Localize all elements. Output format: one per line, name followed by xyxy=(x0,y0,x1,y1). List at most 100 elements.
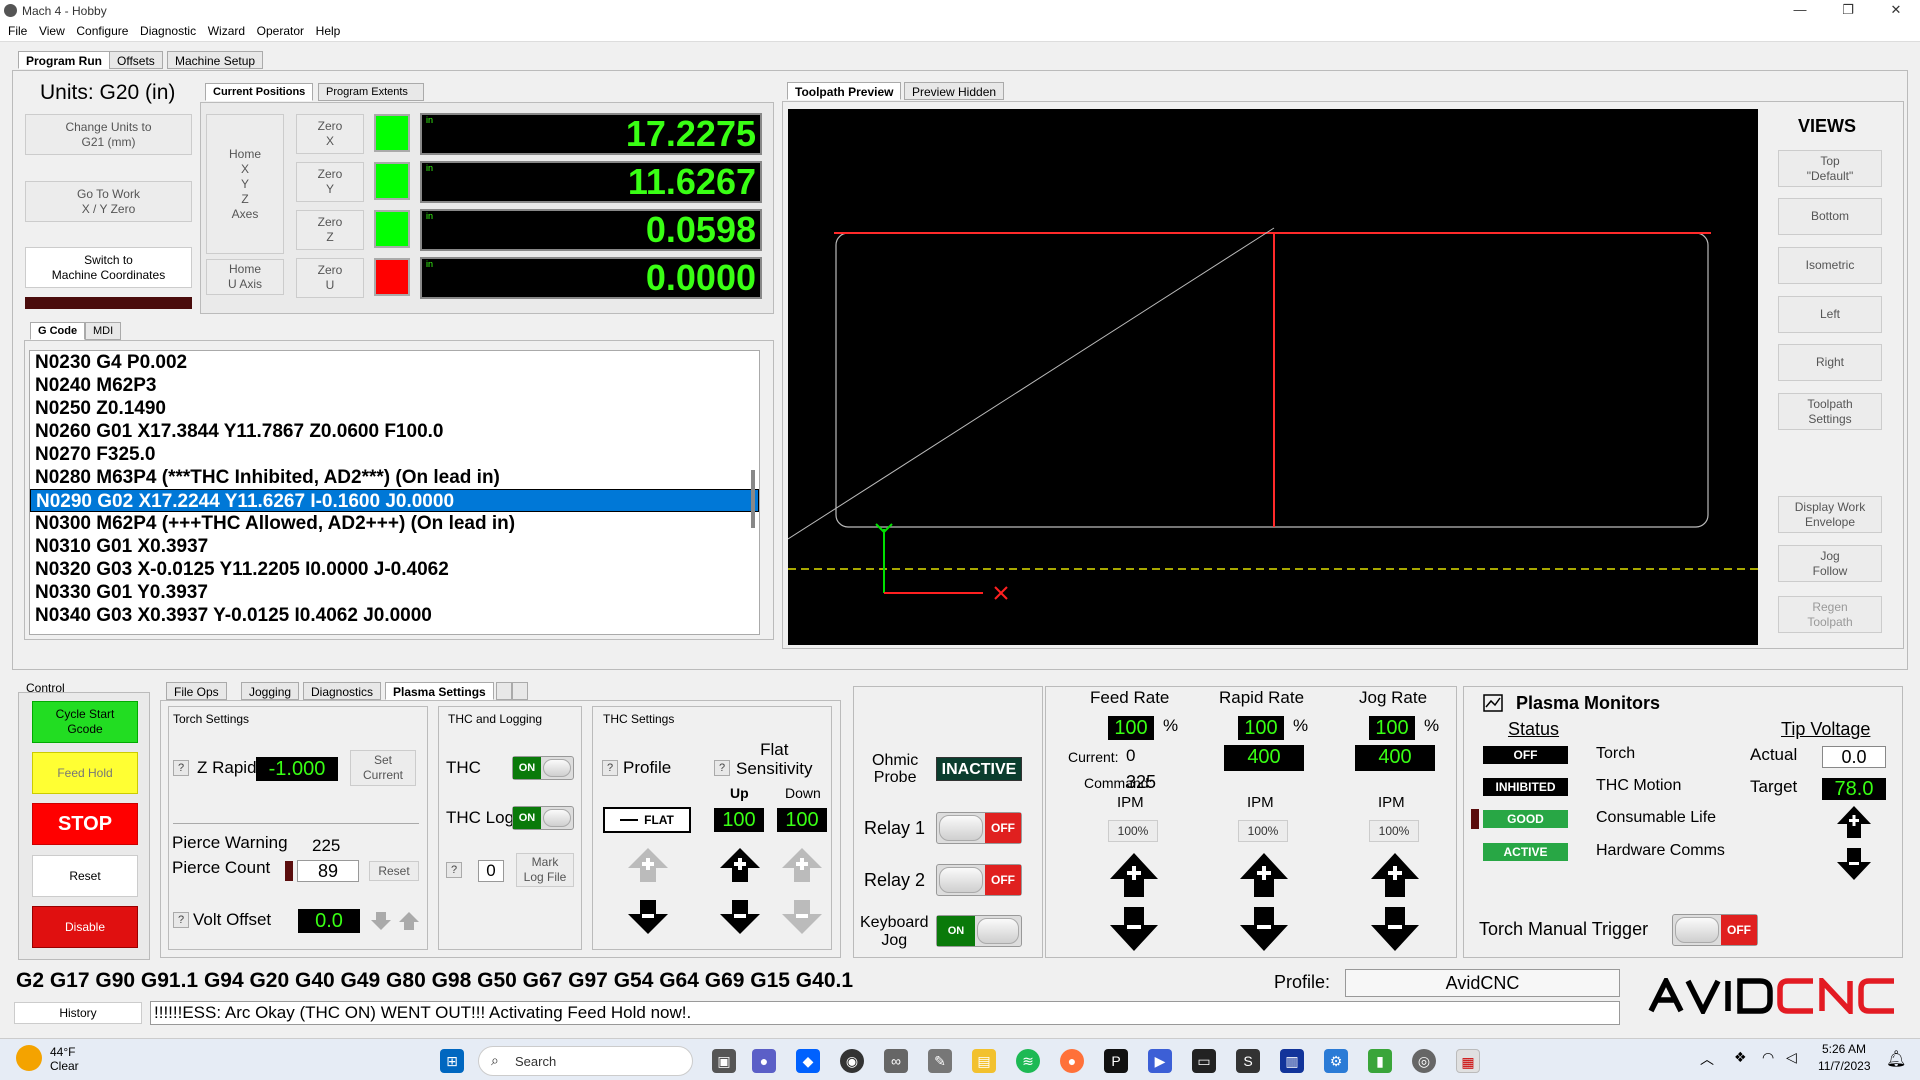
gcode-line[interactable]: N0320 G03 X-0.0125 Y11.2205 I0.0000 J-0.… xyxy=(30,558,759,581)
gcode-line[interactable]: N0280 M63P4 (***THC Inhibited, AD2***) (… xyxy=(30,466,759,489)
feed-up-arrow-icon[interactable] xyxy=(1108,853,1160,897)
close-icon[interactable]: ✕ xyxy=(1876,2,1916,18)
sheetcam-icon[interactable]: S xyxy=(1236,1049,1260,1073)
zero-u-button[interactable]: Zero U xyxy=(296,258,364,298)
wifi-icon[interactable]: ◠ xyxy=(1762,1049,1774,1066)
gcode-line[interactable]: N0300 M62P4 (+++THC Allowed, AD2+++) (On… xyxy=(30,512,759,535)
toolpath-settings-button[interactable]: Toolpath Settings xyxy=(1778,393,1882,430)
tray-chevron-icon[interactable]: ︿ xyxy=(1700,1049,1714,1069)
relay2-toggle[interactable]: OFF xyxy=(936,864,1022,896)
chart-app-icon[interactable]: ▮ xyxy=(1368,1049,1392,1073)
jog-100-button[interactable]: 100% xyxy=(1369,820,1419,842)
volt-offset-up-icon[interactable] xyxy=(398,910,420,932)
file-explorer-icon[interactable]: ▤ xyxy=(972,1049,996,1073)
target-down-arrow-icon[interactable] xyxy=(1836,848,1872,882)
task-view-icon[interactable]: ▣ xyxy=(712,1049,736,1073)
sensitivity-up-arrow-icon[interactable] xyxy=(718,848,762,882)
dropbox-icon[interactable]: ◆ xyxy=(796,1049,820,1073)
view-right-button[interactable]: Right xyxy=(1778,344,1882,381)
tab-file-ops[interactable]: File Ops xyxy=(166,682,227,700)
flat-profile-button[interactable]: FLAT xyxy=(603,807,691,833)
terminal-icon[interactable]: ▭ xyxy=(1192,1049,1216,1073)
home-axes-button[interactable]: Home X Y Z Axes xyxy=(206,114,284,254)
app-settings-icon[interactable]: ⚙ xyxy=(1324,1049,1348,1073)
minimize-icon[interactable]: — xyxy=(1780,2,1820,17)
mark-log-file-button[interactable]: Mark Log File xyxy=(516,853,574,887)
rapid-rate-pct[interactable]: 100 xyxy=(1238,716,1284,740)
thc-toggle[interactable]: ON xyxy=(512,756,574,780)
start-icon[interactable]: ⊞ xyxy=(440,1049,464,1073)
home-u-button[interactable]: Home U Axis xyxy=(206,259,284,295)
feed-hold-button[interactable]: Feed Hold xyxy=(32,752,138,794)
dropbox-tray-icon[interactable]: ❖ xyxy=(1734,1049,1747,1066)
thc-log-toggle[interactable]: ON xyxy=(512,806,574,830)
z-rapid-help-button[interactable]: ? xyxy=(173,760,189,776)
mach4-active-icon[interactable]: ▦ xyxy=(1456,1049,1480,1073)
stop-button[interactable]: STOP xyxy=(32,803,138,845)
jog-up-arrow-icon[interactable] xyxy=(1369,853,1421,897)
volt-offset-down-icon[interactable] xyxy=(370,910,392,932)
thc-log-help-button[interactable]: ? xyxy=(446,862,462,878)
rapid-down-arrow-icon[interactable] xyxy=(1238,907,1290,953)
switch-coordinates-button[interactable]: Switch to Machine Coordinates xyxy=(25,247,192,288)
feed-100-button[interactable]: 100% xyxy=(1108,820,1158,842)
clock-time[interactable]: 5:26 AM xyxy=(1822,1042,1866,1056)
torch-manual-trigger-toggle[interactable]: OFF xyxy=(1672,914,1758,946)
view-bottom-button[interactable]: Bottom xyxy=(1778,198,1882,235)
tab-preview-hidden[interactable]: Preview Hidden xyxy=(904,82,1005,100)
regen-toolpath-button[interactable]: Regen Toolpath xyxy=(1778,596,1882,633)
pierce-count-value[interactable]: 89 xyxy=(297,860,359,882)
menu-file[interactable]: File xyxy=(0,22,27,38)
gcode-line[interactable]: N0250 Z0.1490 xyxy=(30,397,759,420)
rapid-up-arrow-icon[interactable] xyxy=(1238,853,1290,897)
teams-icon[interactable]: ● xyxy=(752,1049,776,1073)
sensitivity-down-arrow-icon[interactable] xyxy=(718,900,762,936)
view-top-button[interactable]: Top "Default" xyxy=(1778,150,1882,187)
gcode-listing[interactable]: N0230 G4 P0.002 N0240 M62P3 N0250 Z0.1490 N… xyxy=(29,350,760,635)
gcode-line[interactable]: N0260 G01 X17.3844 Y11.7867 Z0.0600 F100… xyxy=(30,420,759,443)
view-left-button[interactable]: Left xyxy=(1778,296,1882,333)
weather-icon[interactable] xyxy=(16,1045,42,1071)
gcode-line[interactable]: N0270 F325.0 xyxy=(30,443,759,466)
thc-log-value[interactable]: 0 xyxy=(478,860,504,882)
app-link-icon[interactable]: ∞ xyxy=(884,1049,908,1073)
pen-tool-icon[interactable]: ✎ xyxy=(928,1049,952,1073)
tab-extra-1[interactable] xyxy=(496,682,512,700)
volt-offset-help-button[interactable]: ? xyxy=(173,912,189,928)
relay1-toggle[interactable]: OFF xyxy=(936,812,1022,844)
pycharm-icon[interactable]: P xyxy=(1104,1049,1128,1073)
feed-down-arrow-icon[interactable] xyxy=(1108,907,1160,953)
target-up-arrow-icon[interactable] xyxy=(1836,806,1872,838)
feed-rate-pct[interactable]: 100 xyxy=(1108,716,1154,740)
gcode-line[interactable]: N0340 G03 X0.3937 Y-0.0125 I0.4062 J0.00… xyxy=(30,604,759,627)
jog-rate-pct[interactable]: 100 xyxy=(1369,716,1415,740)
jog-down-arrow-icon[interactable] xyxy=(1369,907,1421,953)
menu-help[interactable]: Help xyxy=(308,22,341,38)
maximize-icon[interactable]: ❐ xyxy=(1828,2,1868,18)
taskbar-search[interactable]: ⌕ Search xyxy=(478,1046,693,1076)
zero-x-button[interactable]: Zero X xyxy=(296,114,364,154)
volt-offset-value[interactable]: 0.0 xyxy=(298,909,360,933)
spotify-icon[interactable]: ≋ xyxy=(1016,1049,1040,1073)
gcode-scrollbar[interactable] xyxy=(751,470,755,528)
rapid-100-button[interactable]: 100% xyxy=(1238,820,1288,842)
tab-gcode[interactable]: G Code xyxy=(30,322,86,340)
volume-icon[interactable]: ◁ xyxy=(1786,1049,1797,1066)
cycle-start-button[interactable]: Cycle Start Gcode xyxy=(32,701,138,743)
tab-mdi[interactable]: MDI xyxy=(85,322,122,340)
gcode-line-selected[interactable]: N0290 G02 X17.2244 Y11.6267 I-0.1600 J0.… xyxy=(30,489,759,512)
pierce-reset-button[interactable]: Reset xyxy=(369,861,419,881)
target-voltage-value[interactable]: 78.0 xyxy=(1822,778,1886,800)
profile-help-button[interactable]: ? xyxy=(602,760,618,776)
profile-down-arrow-icon[interactable] xyxy=(626,900,670,936)
obs-icon[interactable]: ◉ xyxy=(840,1049,864,1073)
profile-up-arrow-icon[interactable] xyxy=(626,848,670,882)
notification-bell-icon[interactable]: 🔔︎ xyxy=(1886,1049,1906,1069)
menu-view[interactable]: View xyxy=(31,22,65,38)
tab-offsets[interactable]: Offsets xyxy=(109,51,163,69)
gcode-line[interactable]: N0240 M62P3 xyxy=(30,374,759,397)
winrar-icon[interactable]: ▥ xyxy=(1280,1049,1304,1073)
firefox-icon[interactable]: ● xyxy=(1060,1049,1084,1073)
menu-diagnostic[interactable]: Diagnostic xyxy=(132,22,196,38)
set-current-button[interactable]: Set Current xyxy=(350,750,416,786)
